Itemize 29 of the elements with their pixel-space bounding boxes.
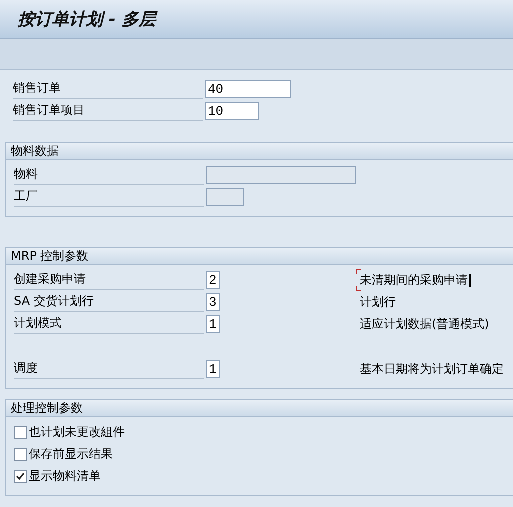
checkmark-icon (16, 472, 25, 480)
field-label: 调度 (14, 359, 204, 379)
checkbox-option[interactable]: 显示物料清单 (14, 465, 513, 487)
window-title: 按订单计划 - 多层 (18, 8, 156, 30)
field-label: SA 交货计划行 (14, 292, 204, 312)
checkbox-option[interactable]: 保存前显示结果 (14, 443, 513, 465)
field-label: 创建采购申请 (14, 270, 204, 290)
checkbox[interactable] (14, 426, 27, 438)
group-title: 物料数据 (6, 143, 513, 160)
field-label: 销售订单 (13, 79, 203, 99)
input-field[interactable]: 40 (205, 80, 291, 98)
input-field[interactable]: 3 (206, 293, 220, 311)
checkbox-option[interactable]: 也计划未更改組件 (14, 421, 513, 443)
field-description: 计划行 (359, 294, 396, 310)
field-description: 未清期间的采购申请 (358, 270, 473, 288)
field-description: 适应计划数据(普通模式) (359, 316, 490, 332)
field-label: 销售订单项目 (13, 101, 203, 121)
field-description: 基本日期将为计划订单确定 (359, 360, 504, 378)
field-label: 物料 (14, 165, 204, 185)
checkbox[interactable] (14, 470, 27, 482)
group-title: MRP 控制参数 (6, 248, 513, 265)
input-field[interactable]: 2 (206, 271, 220, 289)
checkbox[interactable] (14, 448, 27, 460)
group-title: 处理控制参数 (6, 400, 513, 417)
input-field[interactable]: 1 (206, 315, 220, 333)
input-field[interactable]: 1 (206, 360, 220, 378)
field-label: 计划模式 (14, 314, 204, 334)
field-label: 工厂 (14, 187, 204, 207)
input-field[interactable]: 10 (205, 102, 259, 120)
